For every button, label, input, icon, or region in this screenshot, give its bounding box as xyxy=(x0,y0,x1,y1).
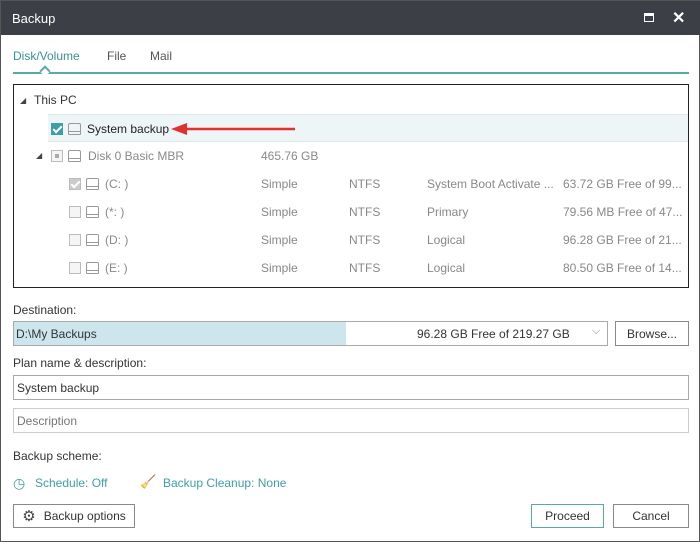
partition-status: Logical xyxy=(427,233,466,247)
partition-free: 79.56 MB Free of 47... xyxy=(563,205,683,219)
partition-type: Simple xyxy=(261,261,298,275)
disk-size: 465.76 GB xyxy=(261,149,319,163)
cancel-button[interactable]: Cancel xyxy=(613,504,689,528)
tree-root[interactable]: ◢ This PC xyxy=(14,86,688,114)
backup-options-button[interactable]: ⚙ Backup options xyxy=(13,504,135,528)
red-arrow-annotation xyxy=(171,123,295,135)
tab-file[interactable]: File xyxy=(107,49,126,63)
partition-type: Simple xyxy=(261,177,298,191)
partition-checkbox[interactable] xyxy=(69,262,81,274)
partition-free: 63.72 GB Free of 99... xyxy=(563,177,682,191)
partition-name: (*: ) xyxy=(105,205,125,219)
tab-underline xyxy=(13,72,689,74)
disk-row[interactable]: ◢ Disk 0 Basic MBR 465.76 GB xyxy=(14,142,688,170)
maximize-icon[interactable] xyxy=(644,13,654,22)
system-backup-label: System backup xyxy=(87,122,170,136)
disk-icon xyxy=(68,123,81,135)
source-tree: ◢ This PC System backup ◢ Disk 0 Basic M… xyxy=(13,84,689,288)
browse-button[interactable]: Browse... xyxy=(615,321,689,346)
partition-checkbox[interactable] xyxy=(69,234,81,246)
title-bar: Backup ✕ xyxy=(1,1,700,35)
active-tab-caret xyxy=(39,65,51,77)
partition-fs: NTFS xyxy=(349,205,381,219)
system-backup-row[interactable]: System backup xyxy=(48,114,688,142)
partition-status: Logical xyxy=(427,261,466,275)
tab-mail[interactable]: Mail xyxy=(150,49,172,63)
partition-fs: NTFS xyxy=(349,233,381,247)
backup-scheme-label: Backup scheme: xyxy=(13,449,102,463)
disk-icon xyxy=(68,150,81,162)
disk-name: Disk 0 Basic MBR xyxy=(88,149,185,163)
partition-free: 80.50 GB Free of 14... xyxy=(563,261,682,275)
partition-checkbox[interactable] xyxy=(69,206,81,218)
partition-row[interactable]: (E: ) Simple NTFS Logical 80.50 GB Free … xyxy=(14,254,688,282)
clock-icon: ◷ xyxy=(13,475,26,491)
plan-label: Plan name & description: xyxy=(13,356,147,370)
partition-name: (E: ) xyxy=(105,261,128,275)
disk-icon xyxy=(86,234,99,246)
cleanup-link[interactable]: Backup Cleanup: None xyxy=(163,476,286,490)
gear-icon: ⚙ xyxy=(22,508,36,525)
disk-icon xyxy=(86,262,99,274)
proceed-button[interactable]: Proceed xyxy=(531,504,604,528)
partition-fs: NTFS xyxy=(349,177,381,191)
partition-type: Simple xyxy=(261,233,298,247)
partition-row[interactable]: (D: ) Simple NTFS Logical 96.28 GB Free … xyxy=(14,226,688,254)
destination-free: 96.28 GB Free of 219.27 GB xyxy=(417,327,570,341)
partition-status: System Boot Activate ... xyxy=(427,177,554,191)
chevron-down-icon[interactable]: ⌵ xyxy=(592,325,600,338)
system-backup-checkbox[interactable] xyxy=(51,123,63,135)
partition-name: (C: ) xyxy=(105,177,129,191)
collapse-icon[interactable]: ◢ xyxy=(20,96,26,105)
plan-name-input[interactable] xyxy=(13,375,689,400)
backup-options-label: Backup options xyxy=(43,509,126,523)
partition-row[interactable]: (*: ) Simple NTFS Primary 79.56 MB Free … xyxy=(14,198,688,226)
destination-select[interactable]: D:\My Backups 96.28 GB Free of 219.27 GB… xyxy=(13,321,608,346)
window-title: Backup xyxy=(12,11,56,26)
collapse-icon[interactable]: ◢ xyxy=(36,151,42,160)
partition-type: Simple xyxy=(261,205,298,219)
partition-checkbox[interactable] xyxy=(69,178,81,190)
tree-root-label: This PC xyxy=(34,93,77,107)
destination-label: Destination: xyxy=(13,303,77,317)
tab-disk-volume[interactable]: Disk/Volume xyxy=(13,49,80,63)
broom-icon: 🧹 xyxy=(140,474,157,489)
disk-checkbox[interactable] xyxy=(51,150,63,162)
partition-name: (D: ) xyxy=(105,233,129,247)
disk-icon xyxy=(86,178,99,190)
disk-icon xyxy=(86,206,99,218)
partition-free: 96.28 GB Free of 21... xyxy=(563,233,682,247)
partition-fs: NTFS xyxy=(349,261,381,275)
partition-row[interactable]: (C: ) Simple NTFS System Boot Activate .… xyxy=(14,170,688,198)
partition-status: Primary xyxy=(427,205,469,219)
description-input[interactable] xyxy=(13,408,689,433)
close-icon[interactable]: ✕ xyxy=(672,8,685,28)
schedule-link[interactable]: Schedule: Off xyxy=(35,476,108,490)
destination-path: D:\My Backups xyxy=(16,327,97,341)
